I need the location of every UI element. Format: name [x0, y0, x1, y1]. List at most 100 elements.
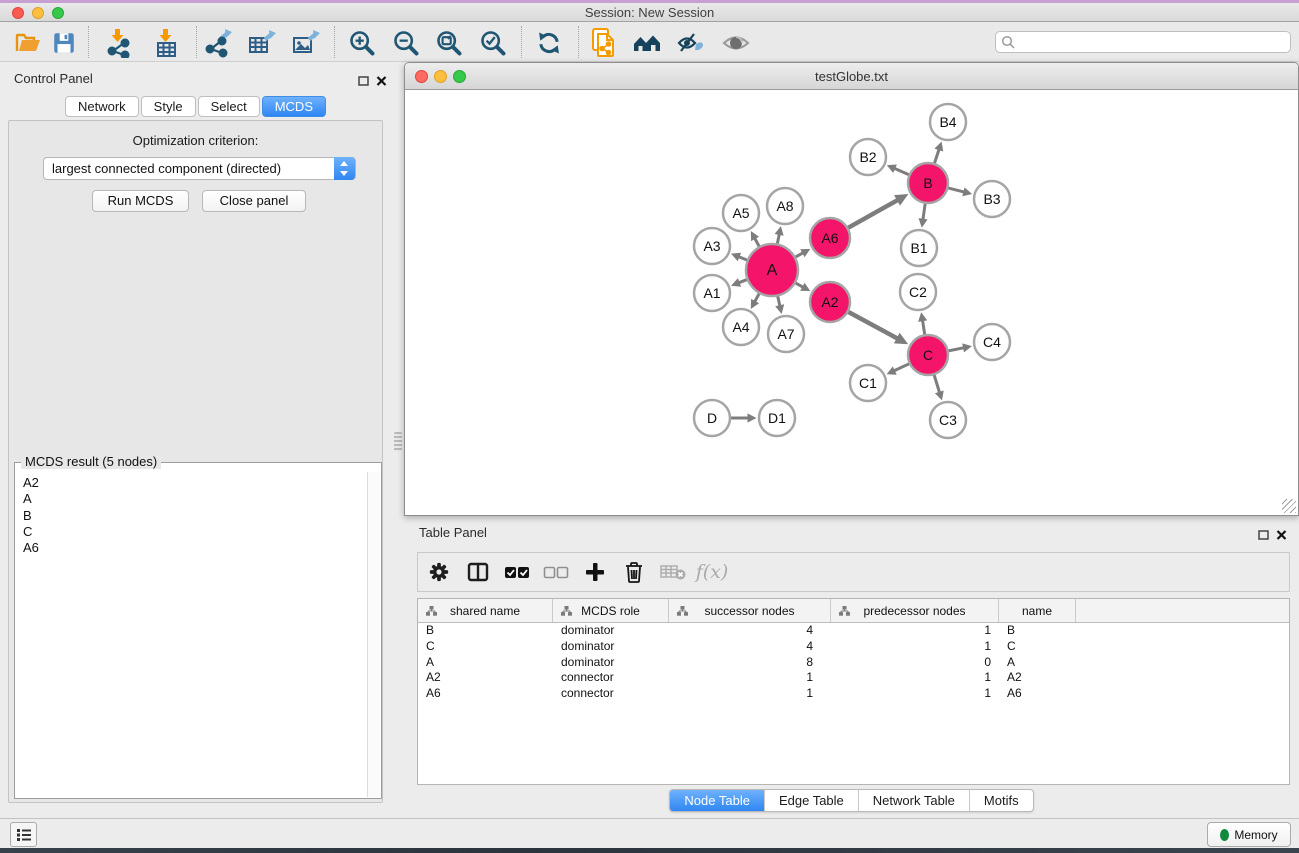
mcds-list-scrollbar[interactable]: [367, 472, 380, 797]
tab-node-table[interactable]: Node Table: [670, 790, 764, 811]
graph-node-B2[interactable]: B2: [850, 139, 886, 175]
table-body: Bdominator41BCdominator41CAdominator80AA…: [418, 623, 1289, 784]
table-toolbar: f(x): [417, 552, 1290, 592]
table-cell: A6: [999, 686, 1076, 702]
delete-row-trash-icon[interactable]: [621, 559, 647, 585]
export-image-icon[interactable]: [289, 28, 321, 58]
graph-node-D[interactable]: D: [694, 400, 730, 436]
show-columns-icon[interactable]: [465, 559, 491, 585]
table-cell: 1: [669, 686, 831, 702]
graph-node-A7[interactable]: A7: [768, 316, 804, 352]
graph-node-A4[interactable]: A4: [723, 309, 759, 345]
zoom-fit-icon[interactable]: [433, 28, 465, 58]
graph-arrowhead-icon: [775, 226, 784, 236]
graph-arrowhead-icon: [962, 187, 972, 196]
graph-node-B3[interactable]: B3: [974, 181, 1010, 217]
graph-edge-A2-C[interactable]: [845, 310, 898, 339]
graph-node-B[interactable]: B: [908, 163, 948, 203]
float-panel-icon[interactable]: [358, 73, 369, 91]
desktop-edge-strip: [0, 0, 1299, 3]
graph-node-A6[interactable]: A6: [810, 218, 850, 258]
import-network-icon[interactable]: [102, 28, 134, 58]
control-panel-tabs: NetworkStyleSelectMCDS: [0, 96, 391, 117]
select-all-icon[interactable]: [504, 559, 530, 585]
zoom-in-icon[interactable]: [346, 28, 378, 58]
open-file-icon[interactable]: [12, 28, 44, 58]
table-row[interactable]: Cdominator41C: [418, 639, 1289, 655]
column-header-successor-nodes[interactable]: successor nodes: [669, 599, 831, 622]
graph-node-A1[interactable]: A1: [694, 275, 730, 311]
zoom-out-icon[interactable]: [390, 28, 422, 58]
run-mcds-button[interactable]: Run MCDS: [92, 190, 189, 212]
graph-node-C2[interactable]: C2: [900, 274, 936, 310]
column-header-predecessor-nodes[interactable]: predecessor nodes: [831, 599, 999, 622]
graph-edge-A6-B[interactable]: [845, 200, 898, 230]
mcds-result-item[interactable]: C: [23, 524, 367, 540]
table-cell: 8: [669, 655, 831, 671]
float-table-panel-icon[interactable]: [1258, 527, 1269, 545]
close-table-panel-icon[interactable]: [1276, 527, 1287, 545]
documents-share-icon[interactable]: [588, 28, 620, 58]
control-tab-network[interactable]: Network: [65, 96, 139, 117]
mcds-result-item[interactable]: A: [23, 491, 367, 507]
eye-icon[interactable]: [720, 28, 752, 58]
network-resize-grip-icon[interactable]: [1282, 499, 1296, 513]
add-row-plus-icon[interactable]: [582, 559, 608, 585]
graph-node-D1[interactable]: D1: [759, 400, 795, 436]
eye-pen-icon[interactable]: [675, 28, 707, 58]
column-header-MCDS-role[interactable]: MCDS role: [553, 599, 669, 622]
control-tab-select[interactable]: Select: [198, 96, 260, 117]
table-settings-gear-icon[interactable]: [426, 559, 452, 585]
criterion-dropdown[interactable]: largest connected component (directed): [43, 157, 356, 180]
graph-node-C1[interactable]: C1: [850, 365, 886, 401]
houses-icon[interactable]: [631, 28, 663, 58]
refresh-icon[interactable]: [533, 28, 565, 58]
table-cell: 1: [831, 686, 999, 702]
svg-text:A3: A3: [703, 238, 720, 254]
save-session-icon[interactable]: [48, 28, 80, 58]
optimization-criterion-label: Optimization criterion:: [0, 133, 391, 148]
tab-network-table[interactable]: Network Table: [858, 790, 969, 811]
task-history-button[interactable]: [10, 822, 37, 847]
graph-node-A2[interactable]: A2: [810, 282, 850, 322]
desktop-background-strip: [0, 848, 1299, 853]
mcds-result-item[interactable]: A2: [23, 475, 367, 491]
memory-button[interactable]: Memory: [1207, 822, 1291, 847]
graph-node-A8[interactable]: A8: [767, 188, 803, 224]
import-table-icon[interactable]: [150, 28, 182, 58]
graph-node-B1[interactable]: B1: [901, 230, 937, 266]
deselect-all-icon[interactable]: [543, 559, 569, 585]
close-panel-button[interactable]: Close panel: [202, 190, 306, 212]
graph-node-C3[interactable]: C3: [930, 402, 966, 438]
graph-node-B4[interactable]: B4: [930, 104, 966, 140]
graph-node-C[interactable]: C: [908, 335, 948, 375]
zoom-selected-icon[interactable]: [477, 28, 509, 58]
tab-edge-table[interactable]: Edge Table: [764, 790, 858, 811]
dropdown-stepper-icon: [334, 157, 355, 180]
mcds-result-item[interactable]: A6: [23, 540, 367, 556]
network-canvas[interactable]: A A1 A2 A3 A4 A5 A6 A7 A8 B B1 B2 B3 B4 C C1 C2 C3 C4 D D1: [405, 90, 1298, 516]
search-input[interactable]: [995, 31, 1291, 53]
table-row[interactable]: A2connector11A2: [418, 670, 1289, 686]
table-row[interactable]: Bdominator41B: [418, 623, 1289, 639]
network-window-titlebar[interactable]: testGlobe.txt: [405, 63, 1298, 90]
export-network-icon[interactable]: [202, 28, 234, 58]
mcds-result-item[interactable]: B: [23, 508, 367, 524]
control-tab-mcds[interactable]: MCDS: [262, 96, 326, 117]
table-row[interactable]: Adominator80A: [418, 655, 1289, 671]
delete-table-icon[interactable]: [660, 559, 686, 585]
graph-node-A3[interactable]: A3: [694, 228, 730, 264]
column-header-label: predecessor nodes: [863, 604, 965, 618]
graph-node-A5[interactable]: A5: [723, 195, 759, 231]
export-table-icon[interactable]: [245, 28, 277, 58]
graph-node-A[interactable]: A: [746, 244, 798, 296]
column-header-shared-name[interactable]: shared name: [418, 599, 553, 622]
table-row[interactable]: A6connector11A6: [418, 686, 1289, 702]
tab-motifs[interactable]: Motifs: [969, 790, 1033, 811]
column-header-name[interactable]: name: [999, 599, 1076, 622]
apply-function-icon[interactable]: f(x): [699, 559, 725, 585]
graph-node-C4[interactable]: C4: [974, 324, 1010, 360]
panel-splitter-handle[interactable]: [394, 432, 402, 452]
control-tab-style[interactable]: Style: [141, 96, 196, 117]
close-panel-icon[interactable]: [376, 73, 387, 91]
